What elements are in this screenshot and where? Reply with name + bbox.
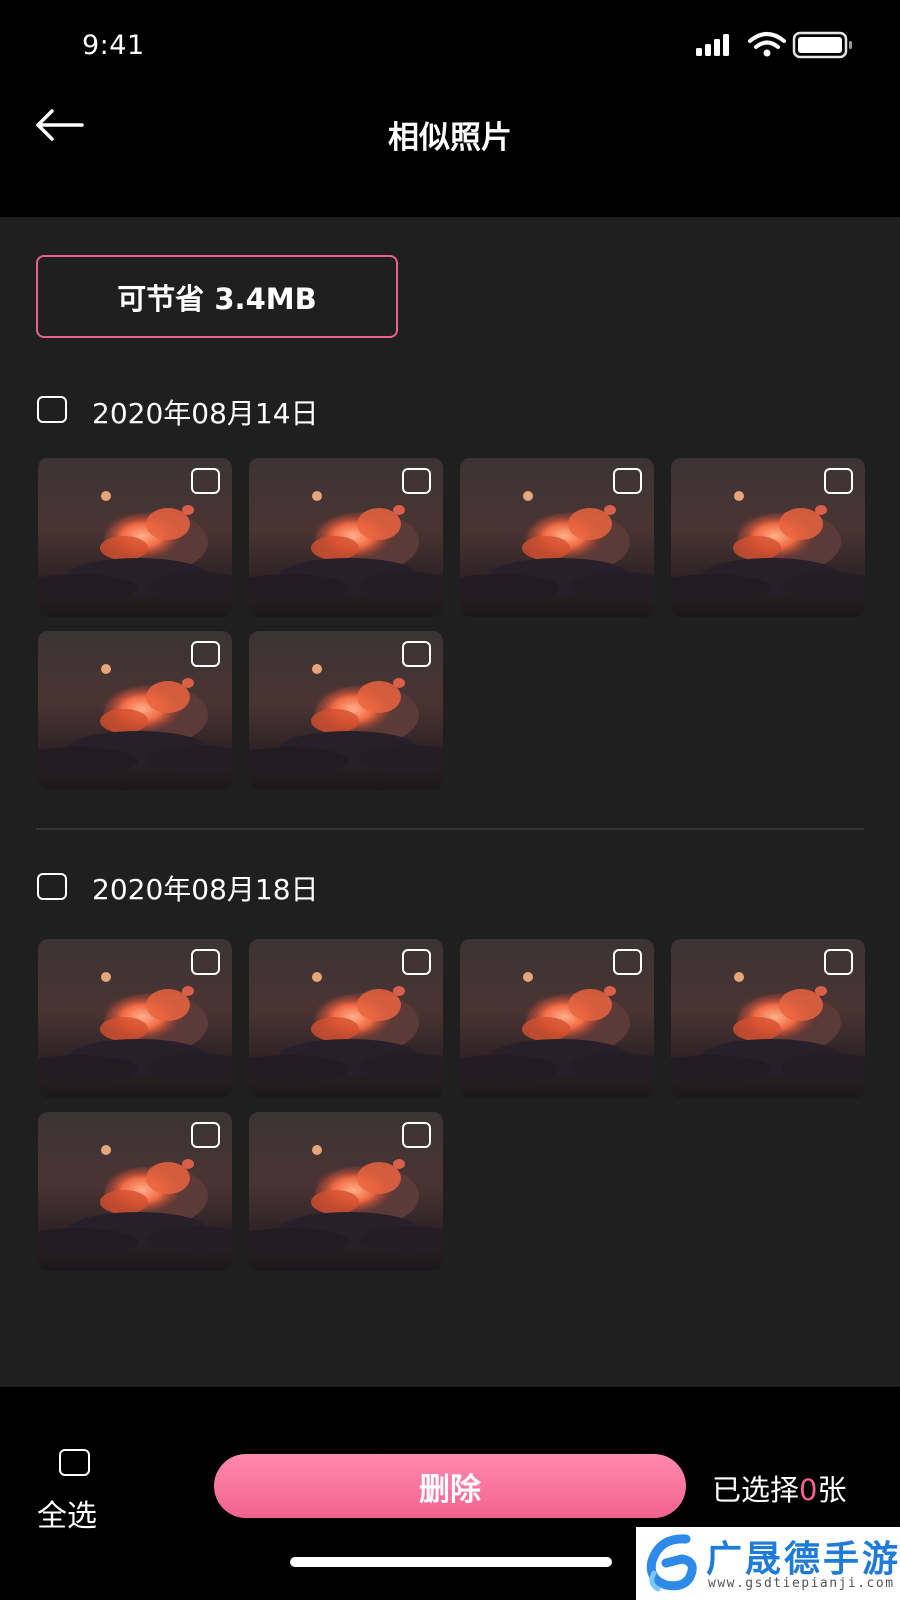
status-time: 9:41	[82, 30, 145, 61]
photo-select-checkbox[interactable]	[824, 949, 853, 975]
watermark-url: www.gsdtiepianji.com	[708, 1576, 895, 1591]
photo-thumbnail[interactable]	[460, 939, 654, 1098]
group-date-label: 2020年08月14日	[92, 397, 319, 430]
photo-thumbnail[interactable]	[38, 458, 232, 617]
photo-thumbnail[interactable]	[249, 939, 443, 1098]
group-select-checkbox[interactable]	[37, 396, 67, 423]
photo-thumbnail[interactable]	[460, 458, 654, 617]
status-icons	[694, 30, 864, 62]
watermark-title: 广晟德手游	[706, 1539, 900, 1580]
selected-count-number: 0	[799, 1473, 818, 1507]
selected-count-text: 已选择0张	[712, 1467, 846, 1509]
page-title: 相似照片	[388, 120, 512, 156]
photo-select-checkbox[interactable]	[191, 1122, 220, 1148]
watermark-logo-icon	[642, 1533, 702, 1593]
group-divider	[36, 828, 864, 830]
photo-select-checkbox[interactable]	[191, 468, 220, 494]
group-date-label: 2020年08月18日	[92, 873, 319, 906]
photo-thumbnail[interactable]	[249, 458, 443, 617]
photo-select-checkbox[interactable]	[191, 949, 220, 975]
photo-select-checkbox[interactable]	[613, 949, 642, 975]
photo-thumbnail[interactable]	[38, 631, 232, 790]
photo-thumbnail[interactable]	[671, 458, 865, 617]
selected-prefix: 已选择	[712, 1473, 800, 1507]
signal-wifi-battery-icon	[696, 31, 852, 59]
photo-thumbnail[interactable]	[38, 1112, 232, 1271]
photo-select-checkbox[interactable]	[191, 641, 220, 667]
photo-select-checkbox[interactable]	[824, 468, 853, 494]
selected-suffix: 张	[817, 1473, 847, 1507]
photo-thumbnail[interactable]	[249, 631, 443, 790]
photo-thumbnail[interactable]	[249, 1112, 443, 1271]
photo-select-checkbox[interactable]	[402, 949, 431, 975]
home-indicator	[290, 1557, 612, 1567]
photo-select-checkbox[interactable]	[402, 641, 431, 667]
select-all-checkbox[interactable]	[59, 1449, 90, 1476]
delete-button[interactable]: 删除	[214, 1454, 686, 1518]
savings-badge: 可节省 3.4MB	[36, 255, 398, 338]
photo-thumbnail[interactable]	[671, 939, 865, 1098]
select-all-label[interactable]: 全选	[37, 1491, 97, 1535]
group-select-checkbox[interactable]	[37, 873, 67, 900]
photo-select-checkbox[interactable]	[402, 468, 431, 494]
photo-thumbnail[interactable]	[38, 939, 232, 1098]
photo-select-checkbox[interactable]	[402, 1122, 431, 1148]
photo-select-checkbox[interactable]	[613, 468, 642, 494]
